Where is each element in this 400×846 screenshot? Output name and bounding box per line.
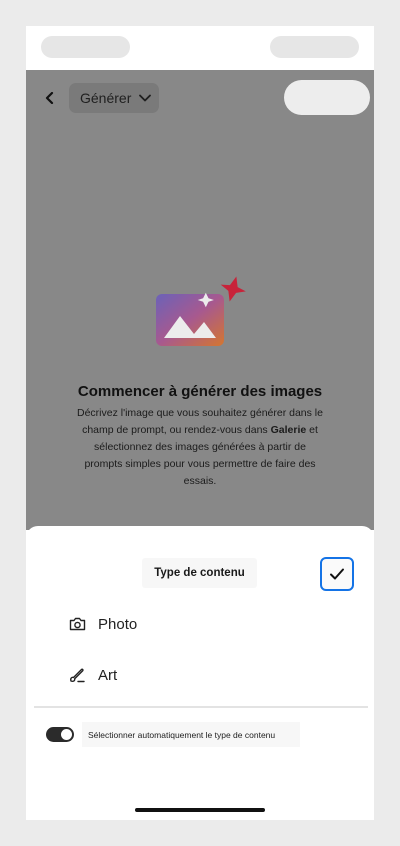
camera-icon [68, 615, 86, 633]
option-art-label: Art [98, 666, 118, 684]
empty-state-title: Commencer à générer des images [77, 383, 323, 400]
back-button[interactable] [40, 88, 60, 108]
confirm-button[interactable] [320, 557, 354, 591]
status-right-placeholder [270, 36, 359, 58]
chevron-left-icon [45, 92, 54, 104]
brush-icon [68, 666, 86, 684]
chevron-down-icon [139, 94, 152, 102]
option-art[interactable]: Art [68, 663, 117, 687]
toggle-knob [61, 729, 72, 740]
divider [34, 706, 368, 708]
status-bar [26, 26, 374, 70]
checkmark-icon [330, 568, 344, 580]
auto-select-label: Sélectionner automatiquement le type de … [82, 722, 300, 747]
empty-state-description: Décrivez l'image que vous souhaitez géné… [76, 405, 324, 490]
option-photo[interactable]: Photo [68, 612, 137, 636]
generate-dropdown[interactable]: Générer [69, 83, 159, 113]
sheet-title: Type de contenu [142, 558, 257, 588]
generate-image-icon [156, 276, 246, 346]
home-indicator [135, 808, 265, 812]
generate-dropdown-label: Générer [80, 90, 132, 106]
content-type-sheet: Type de contenu Photo Art Sélectionner a… [26, 526, 374, 820]
gallery-link[interactable]: Galerie [271, 424, 307, 436]
app-background-dimmed: Générer Commencer à générer des images D… [26, 70, 374, 530]
phone-screen: Générer Commencer à générer des images D… [26, 26, 374, 820]
auto-select-toggle[interactable] [46, 727, 74, 742]
option-photo-label: Photo [98, 615, 138, 633]
status-left-placeholder [41, 36, 130, 58]
header-action-placeholder[interactable] [284, 80, 370, 115]
